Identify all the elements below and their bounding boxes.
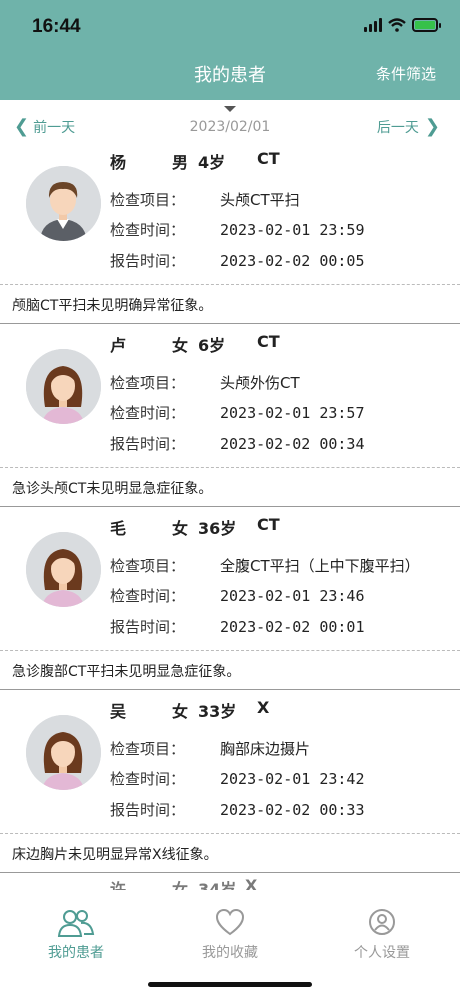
exam-time-row: 检查时间： 2023-02-01 23:59 — [110, 219, 365, 240]
patient-age: 36岁 — [198, 519, 237, 538]
patient-name: 吴 — [110, 702, 127, 721]
patient-modality: CT — [257, 149, 280, 168]
patient-gender: 女 — [172, 702, 189, 721]
patient-card[interactable]: 杨 男 4岁 CT 检查项目： 头颅CT平扫 检查时间： 2023-02-01 23… — [0, 141, 460, 324]
app-header: 16:44 我的患者 条件筛选 — [0, 0, 460, 100]
patient-age: 6岁 — [198, 336, 226, 355]
exam-time-row: 检查时间： 2023-02-01 23:42 — [110, 768, 365, 789]
exam-time-value: 2023-02-01 23:46 — [220, 587, 365, 605]
tab-my-patients[interactable]: 我的患者 — [16, 908, 136, 962]
exam-time-row: 检查时间： 2023-02-01 23:57 — [110, 402, 365, 423]
exam-time-label: 检查时间： — [110, 587, 186, 605]
report-time-value: 2023-02-02 00:01 — [220, 618, 365, 636]
report-summary: 床边胸片未见明显异常X线征象。 — [0, 833, 460, 873]
report-time-row: 报告时间： 2023-02-02 00:05 — [110, 250, 365, 271]
report-time-row: 报告时间： 2023-02-02 00:34 — [110, 433, 365, 454]
report-time-label: 报告时间： — [110, 801, 186, 819]
next-day-button[interactable]: 后一天 ❯ — [377, 117, 440, 137]
tab-favorites-label: 我的收藏 — [202, 945, 258, 961]
exam-row: 检查项目： 头颅CT平扫 — [110, 189, 300, 210]
patient-name: 卢 — [110, 336, 127, 355]
report-time-label: 报告时间： — [110, 435, 186, 453]
report-summary: 急诊头颅CT未见明显急症征象。 — [0, 467, 460, 507]
exam-time-label: 检查时间： — [110, 770, 186, 788]
patient-gender: 女 — [172, 519, 189, 538]
patient-modality: CT — [257, 332, 280, 351]
patient-list: 杨 男 4岁 CT 检查项目： 头颅CT平扫 检查时间： 2023-02-01 23… — [0, 141, 460, 873]
patient-age: 4岁 — [198, 153, 226, 172]
tab-my-patients-label: 我的患者 — [48, 945, 104, 961]
exam-time-label: 检查时间： — [110, 404, 186, 422]
patient-card[interactable]: 毛 女 36岁 CT 检查项目： 全腹CT平扫（上中下腹平扫） 检查时间： 2023… — [0, 507, 460, 690]
patient-modality: X — [257, 698, 270, 717]
patient-name: 毛 — [110, 519, 127, 538]
wifi-icon — [388, 18, 406, 32]
next-day-label: 后一天 — [376, 120, 419, 136]
report-time-value: 2023-02-02 00:05 — [220, 252, 365, 270]
battery-icon — [412, 18, 441, 32]
exam-label: 检查项目： — [110, 374, 186, 392]
exam-time-value: 2023-02-01 23:42 — [220, 770, 365, 788]
patient-age: 33岁 — [198, 702, 237, 721]
report-summary: 急诊腹部CT平扫未见明显急症征象。 — [0, 650, 460, 690]
patient-gender: 男 — [172, 153, 189, 172]
exam-value: 胸部床边摄片 — [220, 740, 311, 758]
tab-settings[interactable]: 个人设置 — [322, 908, 442, 962]
exam-label: 检查项目： — [110, 740, 186, 758]
date-navigator: ❮ 前一天 2023/02/01 后一天 ❯ — [0, 117, 460, 141]
tab-settings-label: 个人设置 — [354, 945, 410, 961]
person-icon — [369, 909, 395, 935]
avatar — [26, 166, 101, 241]
report-time-label: 报告时间： — [110, 252, 186, 270]
exam-value: 头颅外伤CT — [220, 374, 300, 392]
patient-card[interactable]: 卢 女 6岁 CT 检查项目： 头颅外伤CT 检查时间： 2023-02-01 23… — [0, 324, 460, 507]
filter-button[interactable]: 条件筛选 — [376, 63, 436, 84]
exam-time-row: 检查时间： 2023-02-01 23:46 — [110, 585, 365, 606]
report-time-row: 报告时间： 2023-02-02 00:33 — [110, 799, 365, 820]
report-time-label: 报告时间： — [110, 618, 186, 636]
status-icons — [364, 18, 441, 32]
home-indicator — [148, 982, 312, 987]
exam-row: 检查项目： 头颅外伤CT — [110, 372, 300, 393]
tab-bar: 我的患者 我的收藏 个人设置 — [0, 890, 460, 997]
report-summary: 颅脑CT平扫未见明确异常征象。 — [0, 284, 460, 324]
avatar — [26, 349, 101, 424]
status-time: 16:44 — [32, 16, 81, 37]
exam-row: 检查项目： 全腹CT平扫（上中下腹平扫） — [110, 555, 420, 576]
signal-icon — [364, 18, 382, 32]
exam-label: 检查项目： — [110, 191, 186, 209]
patient-modality: CT — [257, 515, 280, 534]
exam-time-value: 2023-02-01 23:59 — [220, 221, 365, 239]
avatar — [26, 715, 101, 790]
report-time-value: 2023-02-02 00:34 — [220, 435, 365, 453]
exam-label: 检查项目： — [110, 557, 186, 575]
exam-value: 头颅CT平扫 — [220, 191, 300, 209]
heart-icon — [215, 908, 245, 936]
users-icon — [57, 910, 95, 937]
chevron-right-icon: ❯ — [424, 116, 440, 137]
exam-value: 全腹CT平扫（上中下腹平扫） — [220, 557, 420, 575]
report-time-value: 2023-02-02 00:33 — [220, 801, 365, 819]
patient-card[interactable]: 吴 女 33岁 X 检查项目： 胸部床边摄片 检查时间： 2023-02-01 23… — [0, 690, 460, 873]
collapse-arrow-icon[interactable] — [224, 106, 236, 112]
report-time-row: 报告时间： 2023-02-02 00:01 — [110, 616, 365, 637]
avatar — [26, 532, 101, 607]
patient-gender: 女 — [172, 336, 189, 355]
tab-favorites[interactable]: 我的收藏 — [170, 908, 290, 962]
exam-time-value: 2023-02-01 23:57 — [220, 404, 365, 422]
exam-row: 检查项目： 胸部床边摄片 — [110, 738, 310, 759]
exam-time-label: 检查时间： — [110, 221, 186, 239]
patient-name: 杨 — [110, 153, 127, 172]
